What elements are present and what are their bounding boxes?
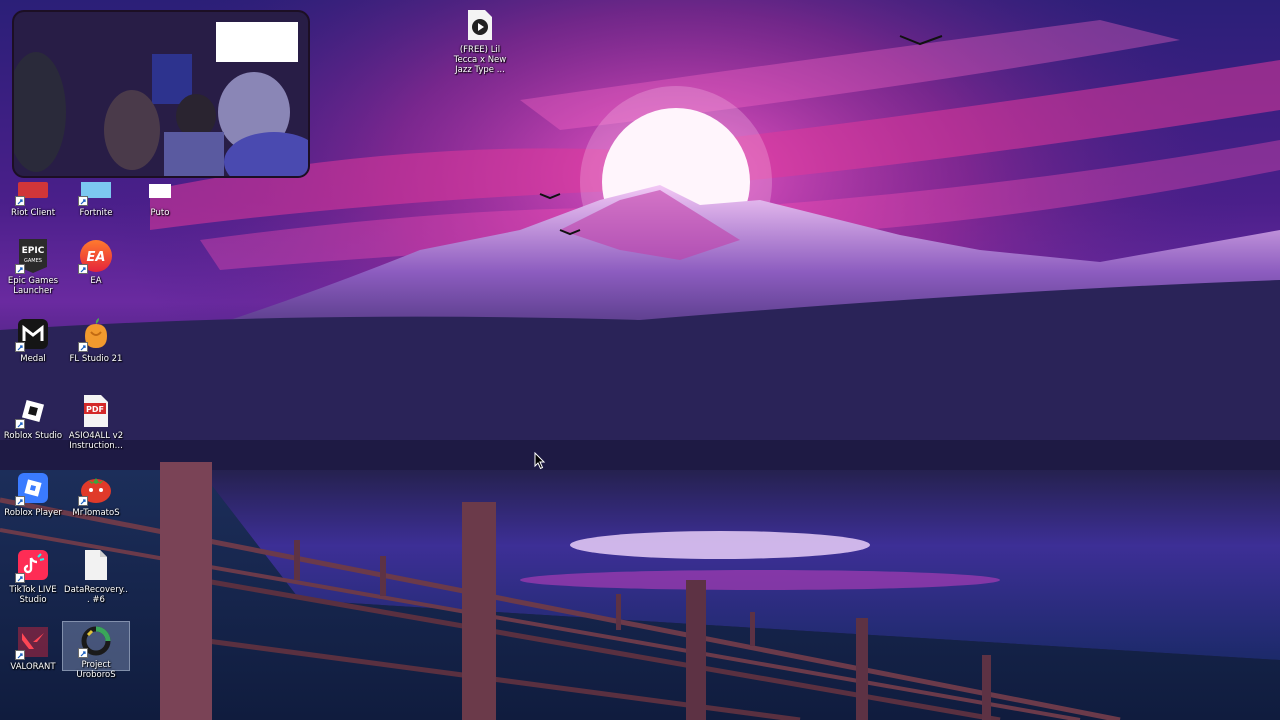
fortnite-shortcut[interactable]: Fortnite [63, 168, 129, 218]
shortcut-arrow-icon [78, 496, 88, 506]
shortcut-arrow-icon [78, 196, 88, 206]
icon-label: VALORANT [10, 662, 56, 672]
medal-icon [15, 317, 50, 352]
roblox-player-shortcut[interactable]: Roblox Player [0, 468, 66, 518]
riot-client-shortcut[interactable]: Riot Client [0, 168, 66, 218]
roblox-player-icon [15, 471, 50, 506]
shortcut-arrow-icon [15, 496, 25, 506]
icon-label: Fortnite [79, 208, 113, 218]
asio4all-pdf[interactable]: PDF ASIO4ALL v2 Instruction... [63, 391, 129, 451]
ea-icon: EA [78, 239, 113, 274]
tiktok-live-icon [15, 548, 50, 583]
blank-file-icon [79, 548, 113, 582]
icon-label: ASIO4ALL v2 Instruction... [68, 431, 124, 451]
ea-shortcut[interactable]: EA EA [63, 236, 129, 286]
shortcut-arrow-icon [78, 264, 88, 274]
tomato-icon [78, 471, 113, 506]
valorant-icon [15, 625, 50, 660]
shortcut-arrow-icon [15, 419, 25, 429]
mouse-cursor-icon [534, 452, 546, 470]
icon-label: Roblox Studio [3, 431, 63, 441]
shortcut-arrow-icon [78, 342, 88, 352]
icon-label: Riot Client [10, 208, 56, 218]
icon-label: Roblox Player [4, 508, 62, 518]
shortcut-arrow-icon [78, 648, 88, 658]
riot-client-icon [15, 171, 50, 206]
desktop[interactable]: Riot Client Fortnite Puto EPIC GAMES Epic… [0, 0, 1280, 720]
icon-label: FL Studio 21 [69, 354, 123, 364]
project-uroboros-shortcut[interactable]: Project UroboroS [62, 621, 130, 680]
icon-label: EA [90, 276, 102, 286]
icon-label: MrTomatoS [72, 508, 120, 518]
icon-label: TikTok LIVE Studio [9, 585, 57, 605]
svg-text:GAMES: GAMES [24, 258, 42, 264]
webcam-overlay [12, 10, 310, 178]
datarecovery-file[interactable]: DataRecovery... #6 [63, 545, 129, 605]
icon-label: Medal [20, 354, 46, 364]
icon-label: Epic Games Launcher [7, 276, 59, 296]
fl-studio-icon [78, 317, 113, 352]
lil-tecca-media-file[interactable]: (FREE) Lil Tecca x New Jazz Type ... [447, 5, 513, 75]
shortcut-arrow-icon [15, 650, 25, 660]
shortcut-arrow-icon [15, 342, 25, 352]
media-file-icon [463, 8, 497, 42]
uroboros-icon [78, 625, 113, 658]
shortcut-arrow-icon [15, 264, 25, 274]
epic-games-icon: EPIC GAMES [15, 239, 50, 274]
puto-file[interactable]: Puto [127, 168, 193, 218]
svg-text:EPIC: EPIC [22, 246, 45, 256]
icon-label: Project UroboroS [76, 660, 116, 680]
fl-studio-shortcut[interactable]: FL Studio 21 [63, 314, 129, 364]
valorant-shortcut[interactable]: VALORANT [0, 622, 66, 672]
icon-label: Puto [150, 208, 170, 218]
icon-label: (FREE) Lil Tecca x New Jazz Type ... [453, 45, 507, 75]
pdf-badge: PDF [86, 405, 104, 414]
svg-text:EA: EA [87, 250, 106, 265]
roblox-studio-icon [15, 394, 50, 429]
icon-label: DataRecovery... #6 [64, 585, 128, 605]
medal-shortcut[interactable]: Medal [0, 314, 66, 364]
roblox-studio-shortcut[interactable]: Roblox Studio [0, 391, 66, 441]
fortnite-icon [78, 171, 113, 206]
webcam-feed-image [14, 12, 308, 176]
pdf-icon: PDF [79, 394, 113, 428]
mrtomatos-shortcut[interactable]: MrTomatoS [63, 468, 129, 518]
epic-games-shortcut[interactable]: EPIC GAMES Epic Games Launcher [0, 236, 66, 296]
shortcut-arrow-icon [15, 196, 25, 206]
tiktok-live-shortcut[interactable]: TikTok LIVE Studio [0, 545, 66, 605]
file-icon [143, 171, 177, 205]
shortcut-arrow-icon [15, 573, 25, 583]
